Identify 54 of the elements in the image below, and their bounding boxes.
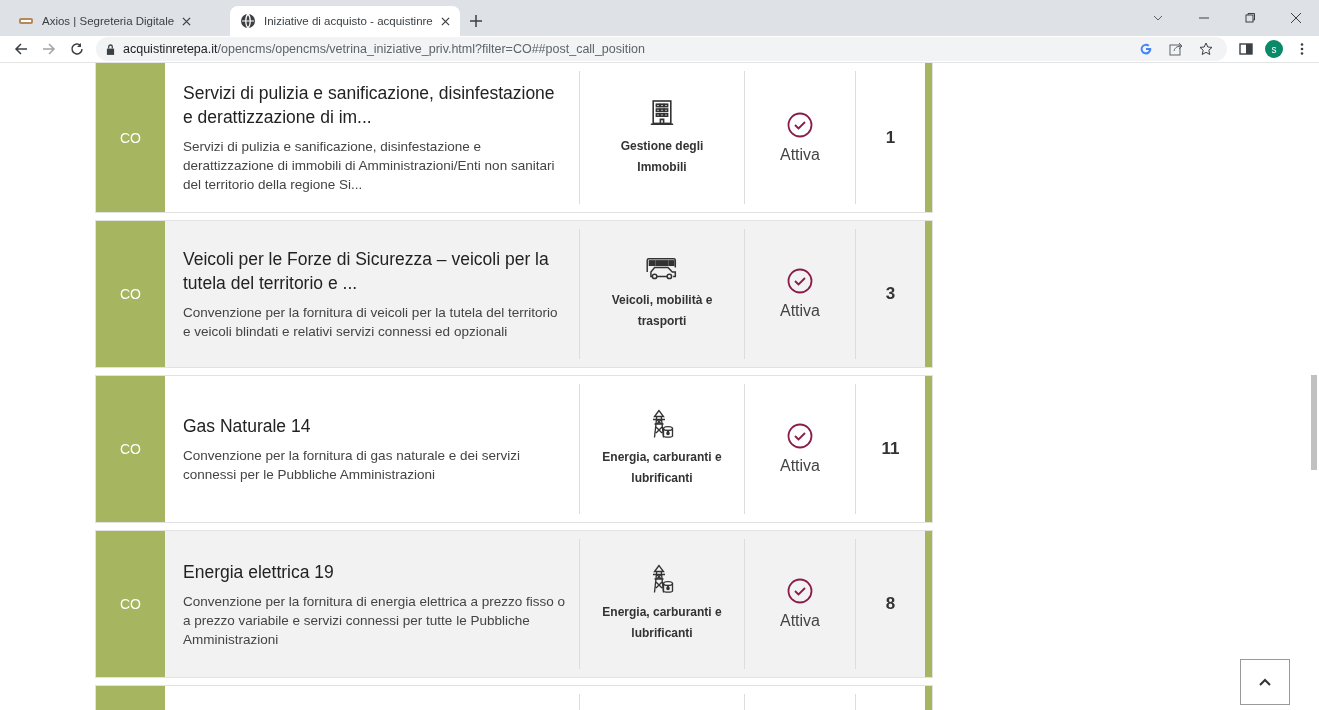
scroll-to-top-button[interactable] <box>1240 659 1290 705</box>
caret-up-icon <box>1259 678 1271 686</box>
back-icon[interactable] <box>14 42 28 56</box>
initiative-card[interactable] <box>96 531 932 677</box>
initiative-title: Veicoli per le Forze di Sicurezza – veicoli per la tutela del territorio e ... <box>183 248 550 295</box>
type-label: CO <box>96 63 165 212</box>
initiative-title: Energia elettrica 19 <box>183 560 335 584</box>
status-label: Attiva <box>780 612 820 630</box>
initiative-description: Convenzione per la fornitura di gas naturale e dei servizi connessi per le Pubbliche Amministrazioni <box>183 447 521 484</box>
side-panel-icon[interactable] <box>1239 42 1253 56</box>
initiative-card[interactable] <box>96 63 932 212</box>
status-label: Attiva <box>780 302 820 320</box>
browser-tab[interactable]: Iniziative di acquisto - acquistinre <box>230 6 460 36</box>
share-icon[interactable] <box>1169 42 1183 56</box>
maximize-icon[interactable] <box>1244 12 1256 24</box>
initiative-description: Servizi di pulizia e sanificazione, disinfestazione e derattizzazione di immobili di Amministrazioni/Enti non sanitari del territorio della regione Si... <box>183 138 556 194</box>
new-tab-icon[interactable] <box>469 15 482 27</box>
initiative-description: Convenzione per la fornitura di energia elettrica a prezzo fisso o a prezzo variabile e servizi connessi per tutte le Pubbliche Amministrazioni <box>183 592 566 649</box>
tab-title: Iniziative di acquisto - acquistinre <box>264 15 433 27</box>
category-label: Gestione degli Immobili <box>619 137 705 176</box>
close-icon[interactable] <box>1290 12 1302 24</box>
bus-and-car-icon <box>645 256 679 282</box>
address-field[interactable]: acquistinretepa.it/opencms/opencms/vetrina_iniziative_priv.html?filter=CO##post_call_position <box>96 37 1227 61</box>
type-label: CO <box>96 221 165 367</box>
lock-icon <box>106 43 115 55</box>
initiative-title: Servizi di pulizia e sanificazione, disinfestazione e derattizzazione di im... <box>183 82 556 129</box>
category-label: Energia, carburanti e lubrificanti <box>601 604 723 642</box>
count-value: 3 <box>885 284 896 304</box>
status-label: Attiva <box>780 145 820 164</box>
initiative-card[interactable]: CO Gas Naturale 14 Convenzione per la fornitura di gas naturale e dei servizi connessi per le Pubbliche Amministrazioni Energia, carburanti e lubrificanti Attiva 11 <box>96 376 932 522</box>
category-label: Energia, carburanti e lubrificanti <box>601 449 723 487</box>
browser-tab[interactable]: Axios | Segreteria Digitale <box>8 6 230 36</box>
count-value: 11 <box>881 439 900 459</box>
pylon-and-barrel-icon <box>650 409 674 439</box>
type-label: CO <box>96 531 165 677</box>
google-icon[interactable] <box>1139 42 1153 56</box>
category-label: Veicoli, mobilità e trasporti <box>610 292 714 330</box>
scrollbar-thumb[interactable] <box>1311 375 1317 470</box>
building-icon <box>650 97 674 128</box>
close-icon[interactable] <box>440 16 450 26</box>
globe-icon <box>240 13 256 29</box>
initiative-card[interactable] <box>96 221 932 367</box>
initiative-description: Convenzione per la fornitura di veicoli per la tutela del territorio e veicoli blindati e relativi servizi connessi ed opzionali <box>183 304 559 341</box>
status-label: Attiva <box>780 457 820 475</box>
profile-avatar[interactable]: s <box>1265 40 1283 58</box>
initiative-title: Gas Naturale 14 <box>183 415 312 438</box>
tab-title: Axios | Segreteria Digitale <box>42 15 175 27</box>
count-value: 1 <box>885 127 896 148</box>
pylon-and-barrel-icon <box>650 564 674 594</box>
close-icon[interactable] <box>182 16 192 26</box>
type-label: CO <box>96 376 165 522</box>
reload-icon[interactable] <box>70 42 84 56</box>
star-icon[interactable] <box>1199 42 1213 56</box>
count-value: 8 <box>885 594 896 614</box>
